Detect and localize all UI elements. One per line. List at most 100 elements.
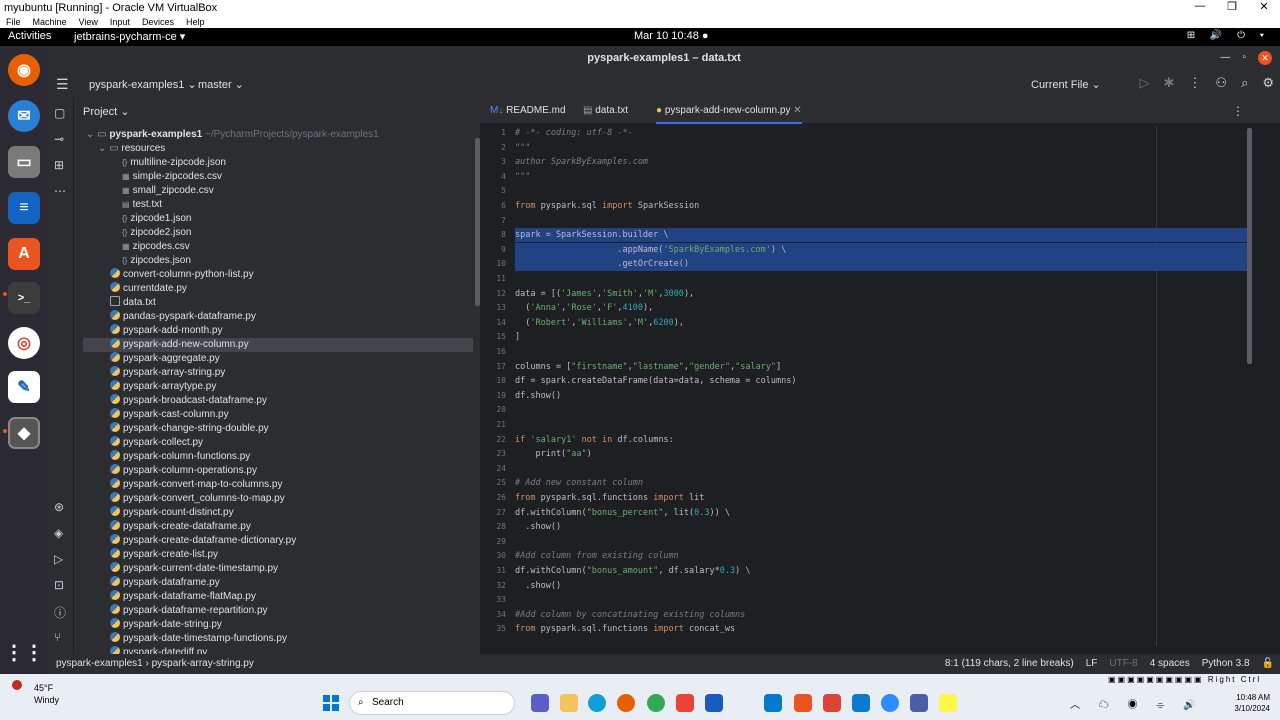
commit-tool-icon[interactable]: ⊸ — [54, 132, 64, 146]
tree-file[interactable]: pyspark-array-string.py — [110, 366, 225, 380]
app-menu[interactable]: jetbrains-pycharm-ce ▾ — [74, 30, 185, 43]
menu-devices[interactable]: Devices — [142, 17, 174, 27]
breadcrumb[interactable]: pyspark-examples1 › pyspark-array-string… — [56, 654, 254, 674]
tree-file[interactable]: currentdate.py — [110, 282, 187, 296]
editor-scrollbar[interactable] — [1247, 128, 1252, 364]
code-line[interactable]: .appName('SparkByExamples.com') \ — [515, 243, 786, 257]
terminal-tool-icon[interactable]: ⊡ — [54, 578, 64, 592]
account-icon[interactable]: ⚇ — [1215, 75, 1227, 91]
writer-icon[interactable]: ≡ — [8, 192, 40, 224]
menu-view[interactable]: View — [79, 17, 98, 27]
text-editor-icon[interactable]: ✎ — [8, 371, 40, 403]
code-line[interactable]: df.withColumn("bonus_percent", lit(0.3))… — [515, 506, 730, 520]
tree-root[interactable]: ⌄ ▭ pyspark-examples1 ~/PycharmProjects/… — [86, 128, 379, 142]
restore-button[interactable]: ❐ — [1216, 0, 1248, 13]
show-apps-icon[interactable]: ⋮⋮ — [4, 636, 44, 668]
tree-file[interactable]: ▤ test.txt — [122, 198, 162, 212]
zoom-icon[interactable] — [881, 694, 899, 712]
close-button[interactable]: ✕ — [1248, 0, 1280, 13]
code-line[interactable]: author SparkByExamples.com — [515, 155, 648, 169]
teams-icon[interactable] — [531, 694, 549, 712]
code-line[interactable]: spark = SparkSession.builder \ — [515, 228, 669, 242]
tree-file[interactable]: pyspark-arraytype.py — [110, 380, 216, 394]
tree-file[interactable]: pyspark-date-timestamp-functions.py — [110, 632, 287, 646]
tree-file[interactable]: convert-column-python-list.py — [110, 268, 254, 282]
code-line[interactable]: if 'salary1' not in df.columns: — [515, 433, 674, 447]
tree-file[interactable]: {} zipcodes.json — [122, 254, 191, 268]
thunderbird-icon[interactable]: ✉ — [8, 100, 40, 132]
tree-file[interactable]: pyspark-dataframe-flatMap.py — [110, 590, 256, 604]
line-separator[interactable]: LF — [1086, 654, 1098, 674]
tree-file[interactable]: pandas-pyspark-dataframe.py — [110, 310, 256, 324]
code-line[interactable]: from pyspark.sql.functions import lit — [515, 491, 704, 505]
tree-file[interactable]: pyspark-create-dataframe.py — [110, 520, 251, 534]
tree-file[interactable]: pyspark-collect.py — [110, 436, 203, 450]
chrome-icon[interactable]: ◎ — [8, 327, 40, 359]
indent-setting[interactable]: 4 spaces — [1150, 654, 1190, 674]
tree-file[interactable]: pyspark-broadcast-dataframe.py — [110, 394, 267, 408]
code-line[interactable]: print("aa") — [515, 447, 591, 461]
tree-file[interactable]: pyspark-count-distinct.py — [110, 506, 234, 520]
problems-icon[interactable]: ⓘ — [54, 604, 66, 621]
tab-readme[interactable]: M↓ README.md — [490, 105, 566, 116]
ide-maximize-icon[interactable]: ▫ — [1242, 46, 1246, 70]
menu-machine[interactable]: Machine — [33, 17, 67, 27]
services-icon[interactable]: ◈ — [54, 526, 63, 540]
tree-file[interactable]: pyspark-current-date-timestamp.py — [110, 562, 278, 576]
code-line[interactable]: # -*- coding: utf-8 -*- — [515, 126, 633, 140]
tab-options-icon[interactable]: ⋮ — [1232, 104, 1244, 118]
tray-icons[interactable]: ︿ ☁ ◉ ⌯ 🔊 — [1070, 696, 1204, 711]
tree-file[interactable]: pyspark-aggregate.py — [110, 352, 220, 366]
code-line[interactable]: .show() — [515, 579, 561, 593]
tree-file[interactable]: {} multiline-zipcode.json — [122, 156, 226, 170]
python-packages-icon[interactable]: ⊛ — [54, 500, 64, 514]
code-line[interactable]: .show() — [515, 520, 561, 534]
menu-help[interactable]: Help — [186, 17, 205, 27]
app-icon[interactable] — [823, 694, 841, 712]
edge-icon[interactable] — [588, 694, 606, 712]
tree-file[interactable]: pyspark-convert_columns-to-map.py — [110, 492, 285, 506]
code-line[interactable]: """ — [515, 170, 530, 184]
code-line[interactable]: #Add column by concatinating existing co… — [515, 608, 745, 622]
tree-file[interactable]: pyspark-column-operations.py — [110, 464, 257, 478]
tree-file[interactable]: ▦ small_zipcode.csv — [122, 184, 214, 198]
clock[interactable]: Mar 10 10:48 ● — [634, 30, 709, 42]
main-menu-icon[interactable]: ☰ — [56, 76, 69, 93]
code-line[interactable]: #Add column from existing column — [515, 549, 679, 563]
run-icon[interactable]: ▷ — [1140, 75, 1150, 91]
tree-file[interactable]: data.txt — [110, 296, 156, 310]
file-encoding[interactable]: UTF-8 — [1109, 654, 1137, 674]
tray-clock[interactable]: 10:48 AM 3/10/2024 — [1234, 692, 1270, 714]
tree-file[interactable]: {} zipcode1.json — [122, 212, 192, 226]
ide-close-icon[interactable]: ✕ — [1258, 51, 1272, 65]
code-line[interactable]: columns = ["firstname","lastname","gende… — [515, 360, 781, 374]
interpreter[interactable]: Python 3.8 — [1202, 654, 1250, 674]
vbox-status-icons[interactable]: ▣▣▣▣▣▣▣▣▣▣ Right Ctrl — [1108, 675, 1261, 684]
terminal-icon[interactable]: >_ — [8, 282, 40, 314]
search-box[interactable]: ⌕ Search — [349, 691, 515, 715]
word-icon[interactable] — [705, 694, 723, 712]
file-explorer-icon[interactable] — [560, 694, 578, 712]
code-line[interactable]: """ — [515, 141, 530, 155]
structure-tool-icon[interactable]: ⊞ — [54, 158, 64, 172]
tree-file[interactable]: pyspark-dataframe-repartition.py — [110, 604, 268, 618]
tree-file[interactable]: ▦ simple-zipcodes.csv — [122, 170, 222, 184]
caret-position[interactable]: 8:1 (119 chars, 2 line breaks) — [945, 654, 1074, 674]
project-header[interactable]: Project ⌄ — [83, 105, 130, 118]
tree-file[interactable]: pyspark-dataframe.py — [110, 576, 220, 590]
tree-file[interactable]: pyspark-column-functions.py — [110, 450, 250, 464]
code-line[interactable]: ('Robert','Williams','M',6200), — [515, 316, 684, 330]
code-line[interactable]: df.withColumn("bonus_amount", df.salary*… — [515, 564, 750, 578]
code-line[interactable]: ] — [515, 330, 520, 344]
pycharm-icon[interactable]: ◆ — [8, 417, 40, 449]
tree-file[interactable]: pyspark-add-month.py — [110, 324, 223, 338]
tree-file[interactable]: pyspark-convert-map-to-columns.py — [110, 478, 283, 492]
app-center-icon[interactable]: A — [8, 238, 40, 270]
menu-file[interactable]: File — [6, 17, 21, 27]
weather-widget[interactable]: 45°F Windy — [12, 680, 59, 706]
project-selector[interactable]: pyspark-examples1 ⌄ — [89, 78, 197, 91]
code-line[interactable]: # Add new constant column — [515, 476, 643, 490]
tab-data-txt[interactable]: ▤ data.txt — [583, 105, 628, 116]
menu-input[interactable]: Input — [110, 17, 130, 27]
ide-minimize-icon[interactable]: — — [1220, 46, 1230, 70]
